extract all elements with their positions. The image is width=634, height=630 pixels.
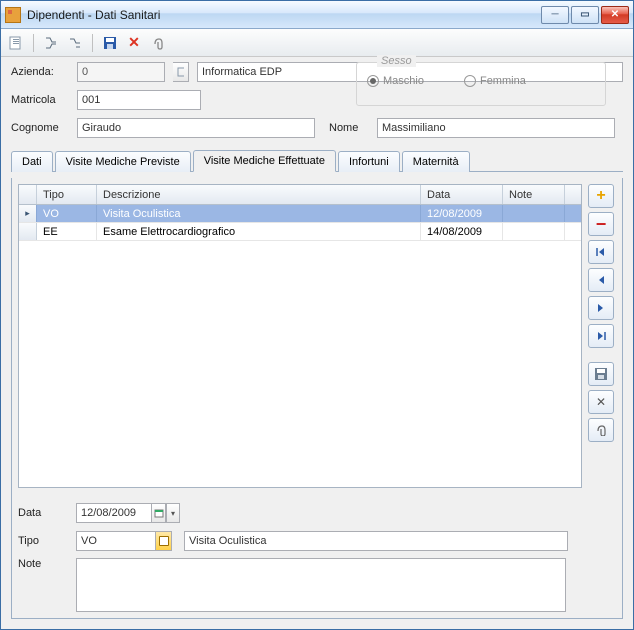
main-toolbar: ✕ bbox=[1, 29, 633, 57]
window-title: Dipendenti - Dati Sanitari bbox=[27, 8, 541, 22]
detail-tipo-lookup-button[interactable] bbox=[156, 531, 172, 551]
radio-dot-icon bbox=[367, 75, 379, 87]
delete-icon[interactable]: ✕ bbox=[125, 34, 143, 52]
first-icon bbox=[595, 247, 607, 257]
detail-tipo-code-field[interactable] bbox=[76, 531, 156, 551]
content-area: Azienda: Sesso Maschio Femmina Matricola… bbox=[1, 57, 633, 629]
tab-maternita[interactable]: Maternità bbox=[402, 151, 470, 172]
tab-infortuni[interactable]: Infortuni bbox=[338, 151, 400, 172]
tab-panel: Tipo Descrizione Data Note ▸VOVisita Ocu… bbox=[11, 178, 623, 619]
detail-data-field[interactable] bbox=[76, 503, 152, 523]
tab-dati[interactable]: Dati bbox=[11, 151, 53, 172]
radio-dot-icon bbox=[464, 75, 476, 87]
tab-visite-previste[interactable]: Visite Mediche Previste bbox=[55, 151, 191, 172]
date-dropdown-button[interactable] bbox=[152, 503, 166, 523]
calendar-icon bbox=[154, 508, 164, 518]
label-cognome: Cognome bbox=[11, 122, 69, 134]
radio-maschio[interactable]: Maschio bbox=[367, 75, 424, 87]
cell-note bbox=[503, 205, 565, 222]
row-indicator-icon: ▸ bbox=[19, 205, 37, 222]
attach-icon[interactable] bbox=[149, 34, 167, 52]
detail-form: Data ▾ Tipo bbox=[18, 502, 616, 612]
sesso-group: Sesso Maschio Femmina bbox=[356, 62, 606, 106]
grid-header-tipo[interactable]: Tipo bbox=[37, 185, 97, 204]
new-record-icon[interactable] bbox=[7, 34, 25, 52]
table-row[interactable]: EEEsame Elettrocardiografico14/08/2009 bbox=[19, 223, 581, 241]
cell-data: 14/08/2009 bbox=[421, 223, 503, 240]
cell-tipo: EE bbox=[37, 223, 97, 240]
label-matricola: Matricola bbox=[11, 94, 69, 106]
app-icon bbox=[5, 7, 21, 23]
grid-side-buttons: + − ✕ bbox=[588, 184, 616, 488]
label-detail-note: Note bbox=[18, 558, 68, 570]
label-sesso: Sesso bbox=[377, 57, 416, 67]
grid-header-data[interactable]: Data bbox=[421, 185, 503, 204]
grid-save-button[interactable] bbox=[588, 362, 614, 386]
maximize-button[interactable]: ▭ bbox=[571, 6, 599, 24]
grid-add-button[interactable]: + bbox=[588, 184, 614, 208]
grid-last-button[interactable] bbox=[588, 324, 614, 348]
separator bbox=[92, 34, 93, 52]
label-detail-data: Data bbox=[18, 507, 68, 519]
label-detail-tipo: Tipo bbox=[18, 535, 68, 547]
titlebar[interactable]: Dipendenti - Dati Sanitari ─ ▭ ✕ bbox=[1, 1, 633, 29]
minimize-button[interactable]: ─ bbox=[541, 6, 569, 24]
detail-note-field[interactable] bbox=[76, 558, 566, 612]
save-icon bbox=[595, 368, 607, 380]
find-next-icon[interactable] bbox=[66, 34, 84, 52]
tab-strip: Dati Visite Mediche Previste Visite Medi… bbox=[11, 149, 623, 172]
grid-delete-button[interactable]: ✕ bbox=[588, 390, 614, 414]
cell-note bbox=[503, 223, 565, 240]
grid-header-note[interactable]: Note bbox=[503, 185, 565, 204]
grid-attach-button[interactable] bbox=[588, 418, 614, 442]
table-row[interactable]: ▸VOVisita Oculistica12/08/2009 bbox=[19, 205, 581, 223]
row-indicator-icon bbox=[19, 223, 37, 240]
cell-tipo: VO bbox=[37, 205, 97, 222]
grid-header-indicator bbox=[19, 185, 37, 204]
date-chevron-button[interactable]: ▾ bbox=[166, 503, 180, 523]
grid-header-descrizione[interactable]: Descrizione bbox=[97, 185, 421, 204]
detail-tipo-desc-field[interactable] bbox=[184, 531, 568, 551]
cell-data: 12/08/2009 bbox=[421, 205, 503, 222]
cognome-field[interactable] bbox=[77, 118, 315, 138]
grid-remove-button[interactable]: − bbox=[588, 212, 614, 236]
azienda-lookup-button[interactable] bbox=[173, 62, 189, 82]
grid-header-pad bbox=[565, 185, 581, 204]
label-azienda: Azienda: bbox=[11, 66, 69, 78]
radio-femmina[interactable]: Femmina bbox=[464, 75, 526, 87]
matricola-field[interactable] bbox=[77, 90, 201, 110]
nome-field[interactable] bbox=[377, 118, 615, 138]
grid-header: Tipo Descrizione Data Note bbox=[19, 185, 581, 205]
grid-next-button[interactable] bbox=[588, 296, 614, 320]
prev-icon bbox=[596, 275, 606, 285]
cell-descrizione: Esame Elettrocardiografico bbox=[97, 223, 421, 240]
label-nome: Nome bbox=[329, 122, 369, 134]
save-icon[interactable] bbox=[101, 34, 119, 52]
visits-grid[interactable]: Tipo Descrizione Data Note ▸VOVisita Ocu… bbox=[18, 184, 582, 488]
separator bbox=[33, 34, 34, 52]
tab-visite-effettuate[interactable]: Visite Mediche Effettuate bbox=[193, 150, 336, 172]
grid-first-button[interactable] bbox=[588, 240, 614, 264]
cell-descrizione: Visita Oculistica bbox=[97, 205, 421, 222]
close-button[interactable]: ✕ bbox=[601, 6, 629, 24]
attach-icon bbox=[595, 424, 607, 436]
grid-body[interactable]: ▸VOVisita Oculistica12/08/2009EEEsame El… bbox=[19, 205, 581, 487]
next-icon bbox=[596, 303, 606, 313]
last-icon bbox=[595, 331, 607, 341]
grid-prev-button[interactable] bbox=[588, 268, 614, 292]
azienda-code-field[interactable] bbox=[77, 62, 165, 82]
window-root: Dipendenti - Dati Sanitari ─ ▭ ✕ ✕ Azien… bbox=[0, 0, 634, 630]
find-icon[interactable] bbox=[42, 34, 60, 52]
